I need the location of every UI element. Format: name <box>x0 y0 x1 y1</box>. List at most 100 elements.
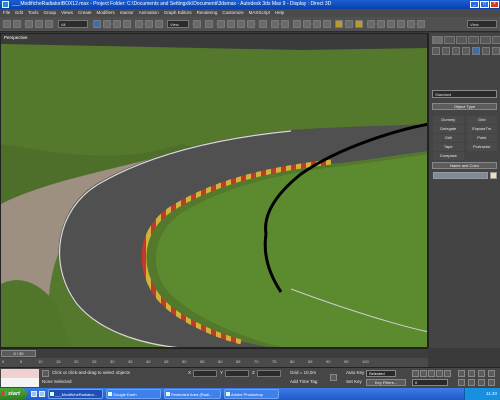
x-coord-field[interactable] <box>193 370 217 377</box>
object-color-swatch[interactable] <box>490 172 497 179</box>
object-name-field[interactable] <box>433 172 488 179</box>
angle-snap-icon[interactable] <box>227 20 235 28</box>
layer-manager-icon[interactable] <box>293 20 301 28</box>
taskbar-item-google-earth[interactable]: Google Earth <box>106 389 161 399</box>
render-setup-icon[interactable] <box>335 20 343 28</box>
pan-icon[interactable] <box>458 370 465 377</box>
key-mode-icon[interactable] <box>330 374 337 381</box>
reactor-icon-5[interactable] <box>407 20 415 28</box>
window-crossing-icon[interactable] <box>123 20 131 28</box>
z-coord-field[interactable] <box>257 370 281 377</box>
rectangular-selection-icon[interactable] <box>113 20 121 28</box>
menu-views[interactable]: Views <box>61 9 73 17</box>
minimize-button[interactable]: _ <box>470 1 479 8</box>
shapes-icon[interactable] <box>442 47 450 55</box>
hierarchy-tab[interactable] <box>456 36 467 44</box>
menu-animation[interactable]: Animation <box>139 9 159 17</box>
menu-create[interactable]: Create <box>78 9 92 17</box>
menu-group[interactable]: Group <box>44 9 57 17</box>
space-warps-icon[interactable] <box>482 47 490 55</box>
modify-tab[interactable] <box>444 36 455 44</box>
go-to-end-icon[interactable] <box>444 370 451 377</box>
grid-button[interactable]: Grid <box>466 116 497 124</box>
next-frame-icon[interactable] <box>436 370 443 377</box>
menu-modifiers[interactable]: Modifiers <box>97 9 115 17</box>
select-object-icon[interactable] <box>93 20 101 28</box>
quick-launch-ie-icon[interactable] <box>39 391 45 397</box>
lights-icon[interactable] <box>452 47 460 55</box>
3dsmax-app-icon[interactable] <box>2 1 9 8</box>
maximize-button[interactable]: □ <box>480 1 489 8</box>
create-tab[interactable] <box>432 36 443 44</box>
auto-key-button[interactable]: Auto Key <box>346 370 364 375</box>
point-button[interactable]: Point <box>466 134 497 142</box>
snaps-toggle-icon[interactable] <box>217 20 225 28</box>
helpers-icon[interactable] <box>472 47 480 55</box>
select-and-scale-icon[interactable] <box>155 20 163 28</box>
menu-rendering[interactable]: Rendering <box>197 9 218 17</box>
field-of-view-icon[interactable] <box>458 379 465 386</box>
helper-category-dropdown[interactable]: Standard <box>432 90 497 98</box>
redo-icon[interactable] <box>13 20 21 28</box>
grill-button[interactable]: Grill <box>433 134 464 142</box>
named-selection-dropdown[interactable]: View <box>467 20 497 28</box>
maxscript-listener[interactable] <box>1 369 39 387</box>
bind-space-warp-icon[interactable] <box>45 20 53 28</box>
add-time-tag[interactable]: Add Time Tag <box>290 379 317 384</box>
y-coord-field[interactable] <box>225 370 249 377</box>
set-key-button[interactable]: Set Key <box>346 379 362 384</box>
selection-filter-dropdown[interactable]: All <box>58 20 88 28</box>
protractor-button[interactable]: Protractor <box>466 143 497 151</box>
taskbar-item-browser[interactable]: Restricted Area (Radi... <box>164 389 221 399</box>
auto-key-selection-dropdown[interactable]: Selected <box>366 370 396 377</box>
menu-tools[interactable]: Tools <box>28 9 39 17</box>
track-bar[interactable]: 0 5 10 15 20 25 30 35 40 45 50 55 60 65 … <box>0 358 428 367</box>
menu-maxscript[interactable]: MAXScript <box>249 9 270 17</box>
name-and-color-rollout[interactable]: Name and Color <box>432 162 497 169</box>
menu-reactor[interactable]: reactor <box>120 9 134 17</box>
select-and-rotate-icon[interactable] <box>145 20 153 28</box>
pivot-center-icon[interactable] <box>193 20 201 28</box>
curve-editor-icon[interactable] <box>303 20 311 28</box>
tape-button[interactable]: Tape <box>433 143 464 151</box>
maximize-viewport-icon[interactable] <box>488 379 495 386</box>
percent-snap-icon[interactable] <box>237 20 245 28</box>
menu-graph-editors[interactable]: Graph Editors <box>164 9 192 17</box>
taskbar-item-3dsmax[interactable]: ___ModificheRadiator... <box>48 389 103 399</box>
dummy-button[interactable]: Dummy <box>433 116 464 124</box>
rendered-frame-window-icon[interactable] <box>345 20 353 28</box>
undo-icon[interactable] <box>3 20 11 28</box>
reactor-icon-3[interactable] <box>387 20 395 28</box>
perspective-viewport[interactable]: Perspective <box>0 33 428 348</box>
current-frame-field[interactable]: 0 <box>412 379 448 386</box>
systems-icon[interactable] <box>492 47 500 55</box>
quick-render-icon[interactable] <box>355 20 363 28</box>
align-icon[interactable] <box>281 20 289 28</box>
delegate-button[interactable]: Delegate <box>433 125 464 133</box>
menu-customize[interactable]: Customize <box>222 9 243 17</box>
edit-named-selection-icon[interactable] <box>259 20 267 28</box>
walk-through-icon[interactable] <box>468 379 475 386</box>
zoom-extents-icon[interactable] <box>488 370 495 377</box>
quick-launch-desktop-icon[interactable] <box>31 391 37 397</box>
start-button[interactable]: start <box>0 388 27 400</box>
object-type-rollout[interactable]: Object Type <box>432 103 497 110</box>
key-filters-button[interactable]: Key Filters... <box>366 379 406 386</box>
reactor-icon-2[interactable] <box>377 20 385 28</box>
menu-edit[interactable]: Edit <box>15 9 23 17</box>
reactor-icon-1[interactable] <box>367 20 375 28</box>
clock[interactable]: 11:40 <box>486 391 497 396</box>
time-slider[interactable]: 0 / 30 <box>1 350 36 357</box>
reactor-icon-4[interactable] <box>397 20 405 28</box>
menu-help[interactable]: Help <box>275 9 284 17</box>
zoom-icon[interactable] <box>468 370 475 377</box>
orbit-icon[interactable] <box>478 370 485 377</box>
schematic-view-icon[interactable] <box>313 20 321 28</box>
listener-input[interactable] <box>1 378 39 387</box>
manipulate-icon[interactable] <box>205 20 213 28</box>
select-by-name-icon[interactable] <box>103 20 111 28</box>
lock-selection-icon[interactable] <box>42 370 49 377</box>
display-tab[interactable] <box>480 36 491 44</box>
play-icon[interactable] <box>428 370 435 377</box>
go-to-start-icon[interactable] <box>412 370 419 377</box>
